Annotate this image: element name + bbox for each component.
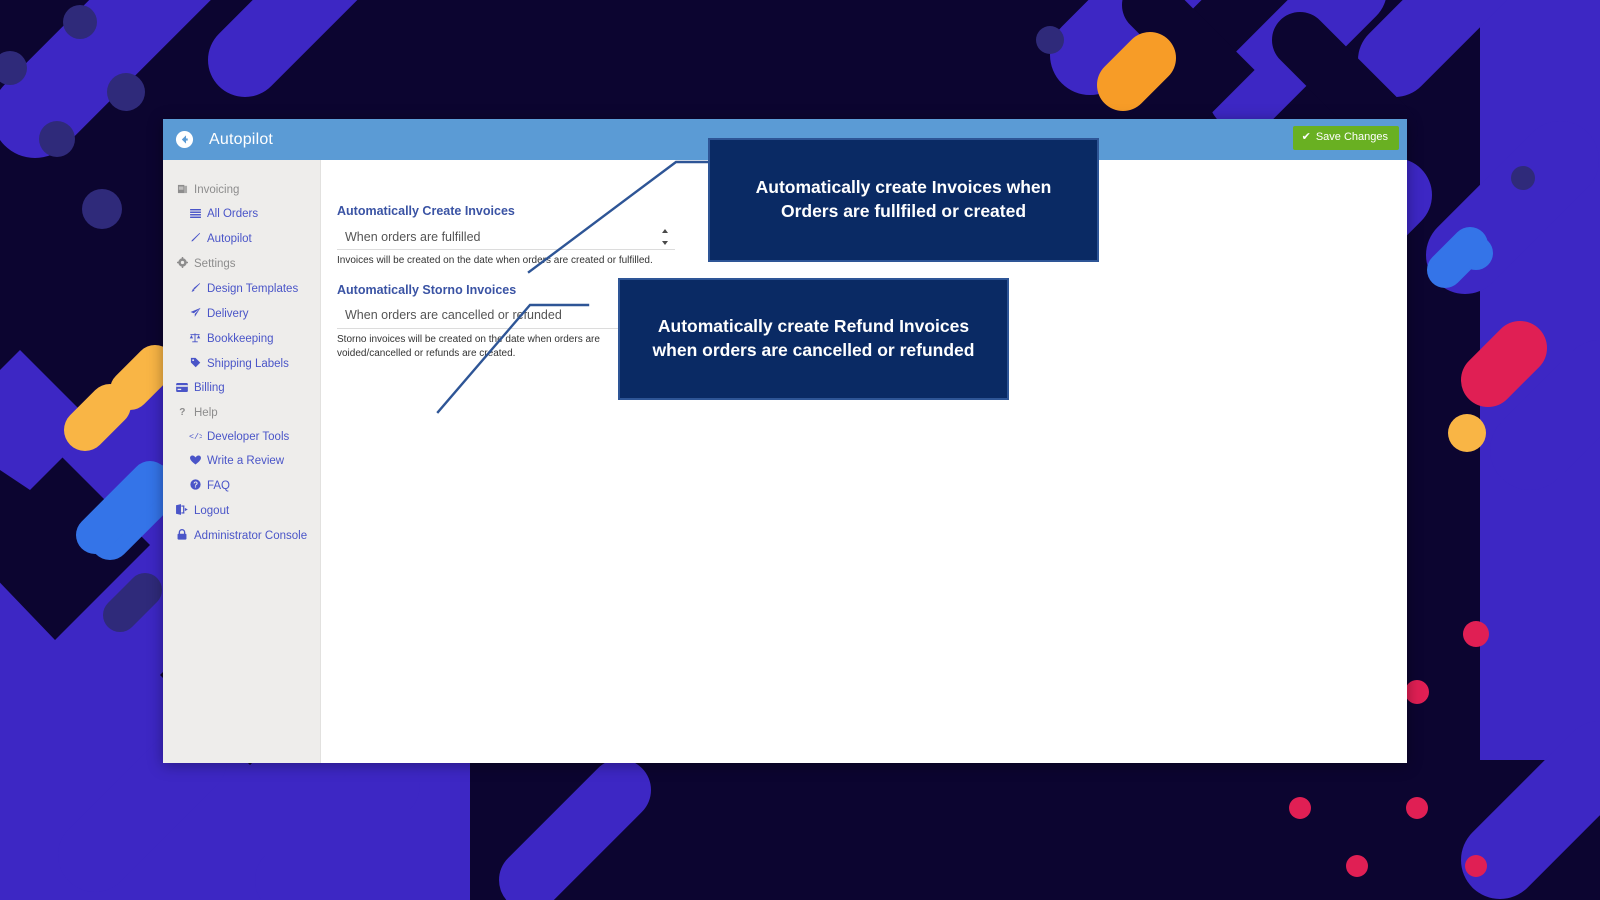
- sidebar-item-label: Logout: [194, 504, 230, 517]
- sidebar-item-label: All Orders: [207, 208, 259, 220]
- sidebar-item-label: Invoicing: [194, 184, 240, 196]
- sidebar-item-label: Bookkeeping: [207, 332, 274, 345]
- heart-icon: [189, 455, 201, 467]
- back-arrow-circle-icon[interactable]: [173, 129, 195, 151]
- balance-scale-icon: [189, 332, 201, 345]
- sidebar-item-help[interactable]: ? Help: [163, 400, 320, 425]
- code-brackets-icon: </>: [189, 431, 202, 443]
- sidebar-item-logout[interactable]: Logout: [163, 498, 320, 523]
- credit-card-icon: [176, 382, 188, 394]
- callout-box-refund-invoices: Automatically create Refund Invoices whe…: [618, 278, 1009, 400]
- lock-icon: [176, 529, 188, 542]
- sidebar-item-label: FAQ: [207, 479, 231, 492]
- create-invoices-select-value[interactable]: When orders are fulfilled: [337, 224, 675, 250]
- tag-icon: [189, 357, 201, 370]
- sidebar-item-label: Shipping Labels: [207, 357, 289, 370]
- svg-text:</>: </>: [189, 432, 202, 441]
- sidebar-item-administrator-console[interactable]: Administrator Console: [163, 523, 320, 548]
- create-invoices-help: Invoices will be created on the date whe…: [337, 255, 653, 266]
- sign-out-icon: [176, 504, 188, 517]
- save-button-label: Save Changes: [1315, 131, 1388, 143]
- question-mark-icon: ?: [176, 406, 188, 419]
- svg-text:?: ?: [179, 407, 185, 417]
- sidebar-item-autopilot[interactable]: Autopilot: [163, 226, 320, 251]
- sidebar-item-billing[interactable]: Billing: [163, 376, 320, 400]
- sidebar-item-label: Settings: [194, 257, 236, 270]
- list-lines-icon: [189, 208, 201, 220]
- invoice-book-icon: [176, 184, 188, 196]
- create-invoices-select[interactable]: When orders are fulfilled: [337, 224, 675, 250]
- sidebar-item-label: Design Templates: [207, 282, 299, 295]
- callout-text: Automatically create Invoices when Order…: [755, 177, 1052, 221]
- paint-brush-icon: [189, 282, 201, 295]
- sidebar-item-delivery[interactable]: Delivery: [163, 301, 320, 326]
- check-icon: ✔: [1301, 131, 1311, 143]
- sidebar-item-settings[interactable]: Settings: [163, 251, 320, 276]
- sidebar-item-label: Autopilot: [207, 232, 252, 245]
- sidebar-item-label: Write a Review: [207, 455, 285, 467]
- page-title: Autopilot: [209, 130, 274, 148]
- gear-icon: [176, 257, 188, 270]
- sidebar-item-label: Administrator Console: [194, 529, 308, 542]
- sidebar-item-shipping-labels[interactable]: Shipping Labels: [163, 351, 320, 376]
- sidebar-item-label: Delivery: [207, 307, 249, 320]
- sidebar: Invoicing All Orders Autopilot Settings: [163, 160, 321, 763]
- create-invoices-label: Automatically Create Invoices: [337, 204, 515, 218]
- sidebar-item-label: Developer Tools: [207, 431, 290, 443]
- sidebar-item-bookkeeping[interactable]: Bookkeeping: [163, 326, 320, 351]
- sidebar-item-developer-tools[interactable]: </> Developer Tools: [163, 425, 320, 449]
- magic-wand-icon: [189, 232, 201, 245]
- sidebar-item-design-templates[interactable]: Design Templates: [163, 276, 320, 301]
- sidebar-item-label: Billing: [194, 382, 225, 394]
- paper-plane-icon: [189, 307, 201, 320]
- sidebar-item-label: Help: [194, 406, 218, 419]
- sidebar-item-faq[interactable]: ? FAQ: [163, 473, 320, 498]
- sidebar-item-invoicing[interactable]: Invoicing: [163, 178, 320, 202]
- callout-text: Automatically create Refund Invoices whe…: [652, 316, 975, 360]
- svg-text:?: ?: [193, 481, 198, 490]
- question-circle-icon: ?: [189, 479, 201, 492]
- sidebar-item-all-orders[interactable]: All Orders: [163, 202, 320, 226]
- save-button[interactable]: ✔ Save Changes: [1292, 126, 1399, 150]
- sidebar-item-write-a-review[interactable]: Write a Review: [163, 449, 320, 473]
- callout-box-create-invoices: Automatically create Invoices when Order…: [708, 138, 1099, 262]
